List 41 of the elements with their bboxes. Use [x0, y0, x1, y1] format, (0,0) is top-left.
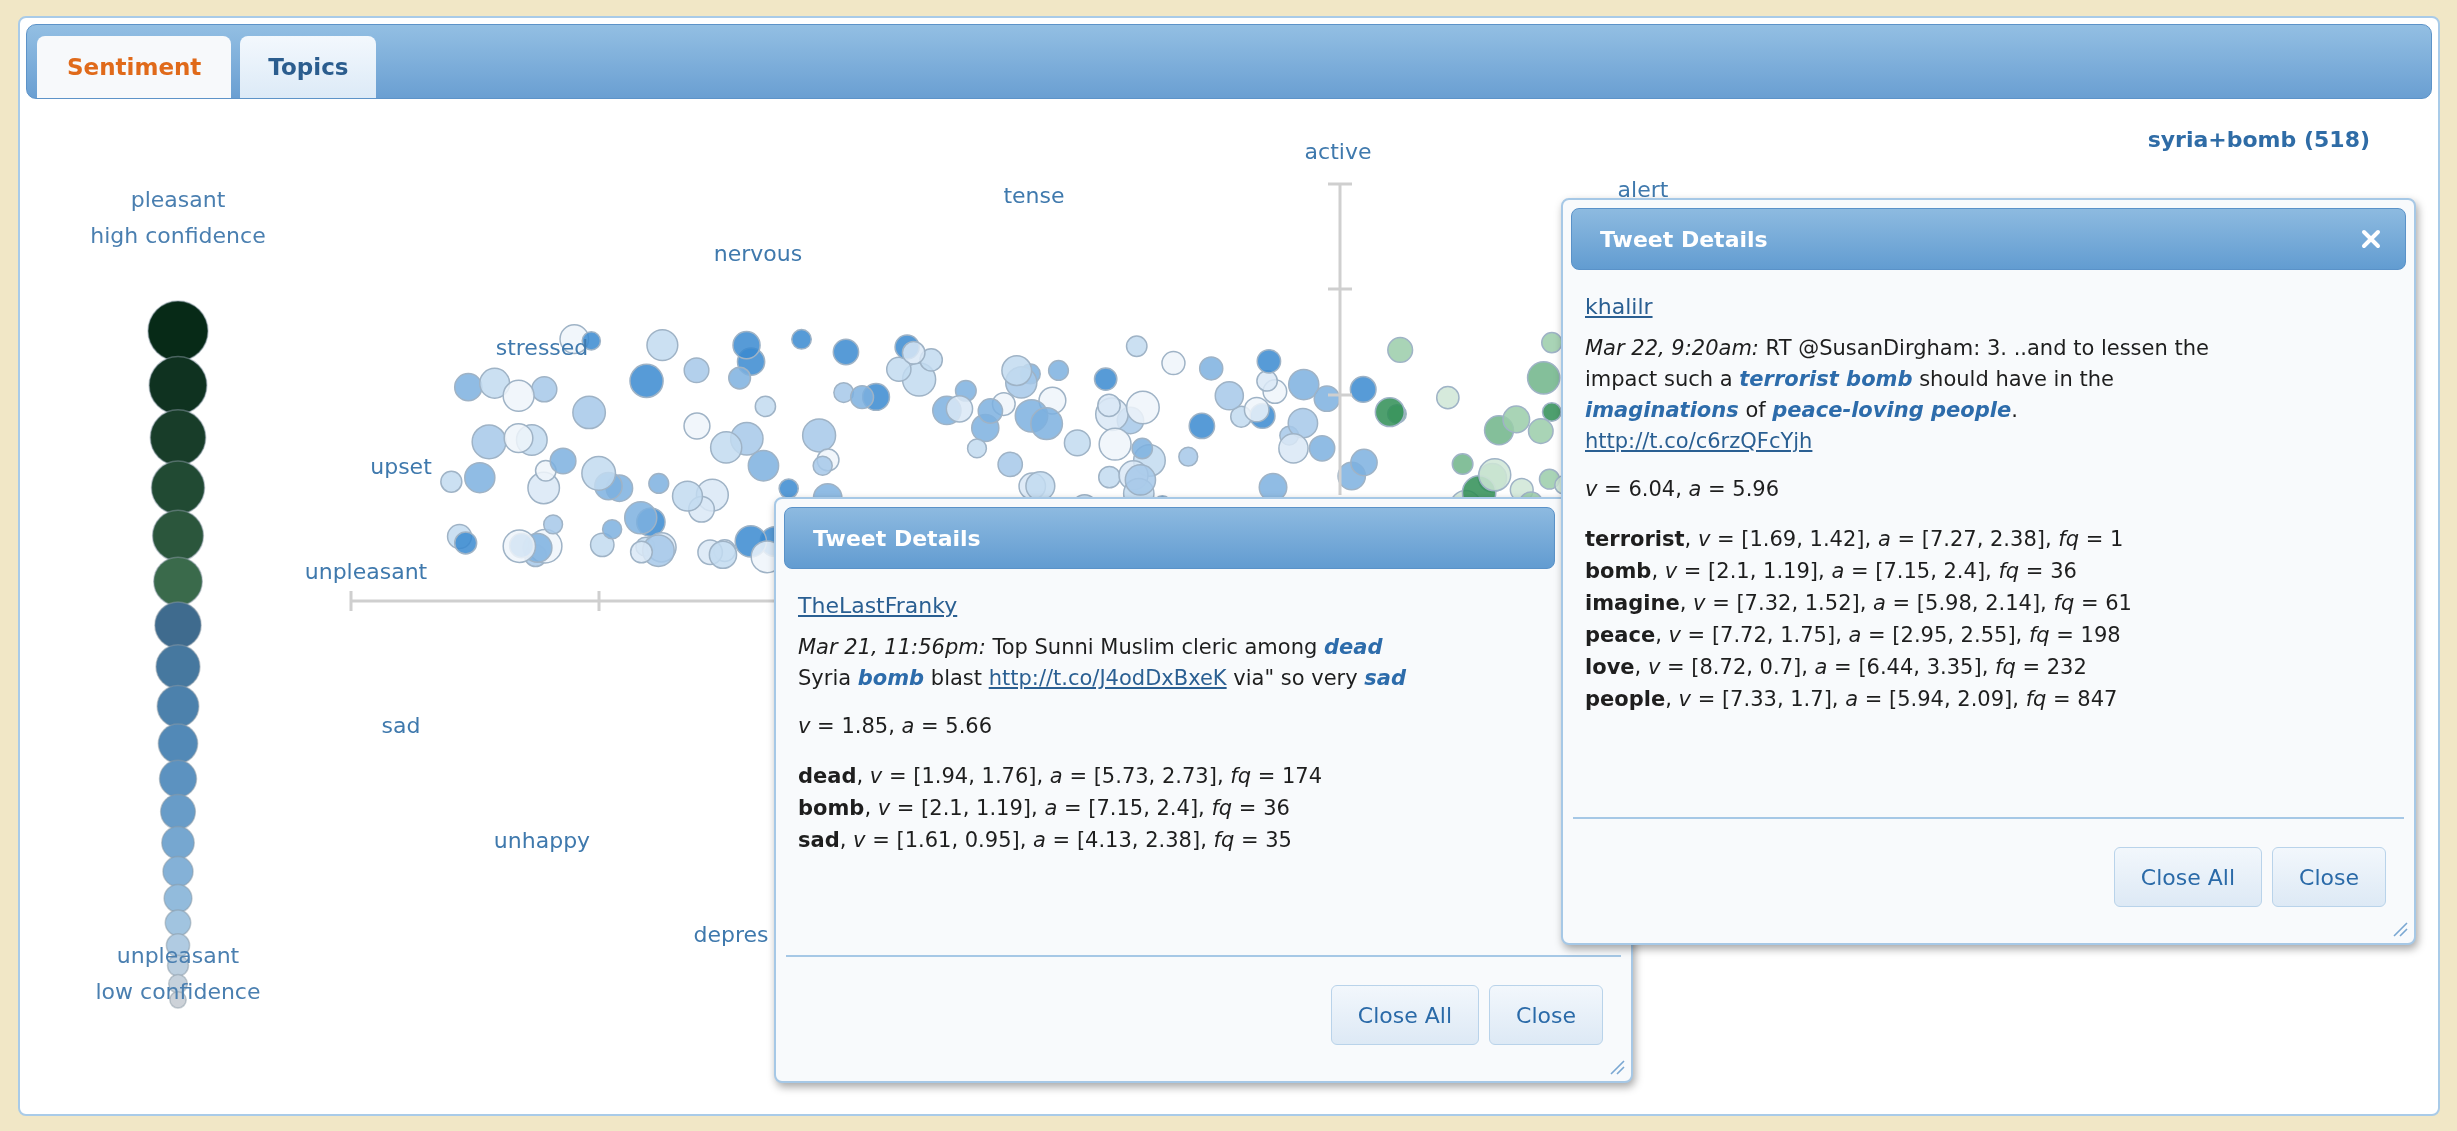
score-text: v = 1.85, a = 5.66 — [798, 714, 994, 738]
dialog-button[interactable]: Close — [2272, 847, 2386, 907]
legend-label: pleasant — [129, 186, 227, 212]
word-stats: people, v = [7.33, 1.7], a = [5.94, 2.09], fq = 847 — [1585, 686, 2119, 713]
username-link[interactable]: khalilr — [1585, 294, 1653, 319]
tweet-link[interactable]: http://t.co/J4odDxBxeK — [988, 666, 1227, 690]
score-text: v = 6.04, a = 5.96 — [1585, 477, 1781, 501]
query-label: syria+bomb (518) — [2147, 127, 2370, 152]
dialog-title: Tweet Details — [813, 525, 981, 551]
legend-label: unpleasant — [115, 942, 241, 968]
emotion-label: depres — [693, 921, 769, 947]
emotion-label: active — [1304, 138, 1372, 164]
tweet-link[interactable]: http://t.co/c6rzQFcYjh — [1585, 429, 1813, 453]
word-stats: bomb, v = [2.1, 1.19], a = [7.15, 2.4], fq = 36 — [1585, 558, 2078, 585]
dialog-button[interactable]: Close All — [2113, 847, 2263, 907]
emotion-label: tense — [1003, 182, 1065, 208]
emotion-label: alert — [1617, 176, 1669, 202]
emotion-label: unpleasant — [304, 558, 428, 584]
legend-label: low confidence — [94, 978, 262, 1004]
close-icon[interactable] — [2361, 229, 2381, 249]
emotion-label: nervous — [713, 240, 803, 266]
tweet-text: Mar 22, 9:20am: RT @SusanDirgham: 3. ..and to lessen the impact such a terrorist bomb should have in the imaginations of peace-loving people. http://t.co/c6rzQFcYjh — [1585, 335, 2210, 455]
dialog-title-bar[interactable]: Tweet Details — [784, 507, 1555, 569]
emotion-label: upset — [370, 453, 432, 479]
dialog-title: Tweet Details — [1600, 226, 1768, 252]
emotion-label: unhappy — [493, 827, 591, 853]
username-link[interactable]: TheLastFranky — [798, 593, 958, 618]
word-stats: sad, v = [1.61, 0.95], a = [4.13, 2.38], fq = 35 — [798, 827, 1293, 854]
word-stats: terrorist, v = [1.69, 1.42], a = [7.27, 2.38], fq = 1 — [1585, 526, 2125, 553]
tab[interactable]: Sentiment — [37, 36, 232, 98]
word-stats: imagine, v = [7.32, 1.52], a = [5.98, 2.14], fq = 61 — [1585, 590, 2133, 617]
dialog-button[interactable]: Close — [1489, 985, 1603, 1045]
tab[interactable]: Topics — [240, 36, 377, 98]
dialog-button[interactable]: Close All — [1330, 985, 1480, 1045]
word-stats: love, v = [8.72, 0.7], a = [6.44, 3.35], fq = 232 — [1585, 654, 2088, 681]
emotion-label: stressed — [495, 334, 589, 360]
word-stats: peace, v = [7.72, 1.75], a = [2.95, 2.55], fq = 198 — [1585, 622, 2122, 649]
word-stats: dead, v = [1.94, 1.76], a = [5.73, 2.73], fq = 174 — [798, 763, 1324, 790]
legend-label: high confidence — [89, 222, 267, 248]
emotion-label: sad — [381, 712, 421, 738]
word-stats: bomb, v = [2.1, 1.19], a = [7.15, 2.4], fq = 36 — [798, 795, 1291, 822]
